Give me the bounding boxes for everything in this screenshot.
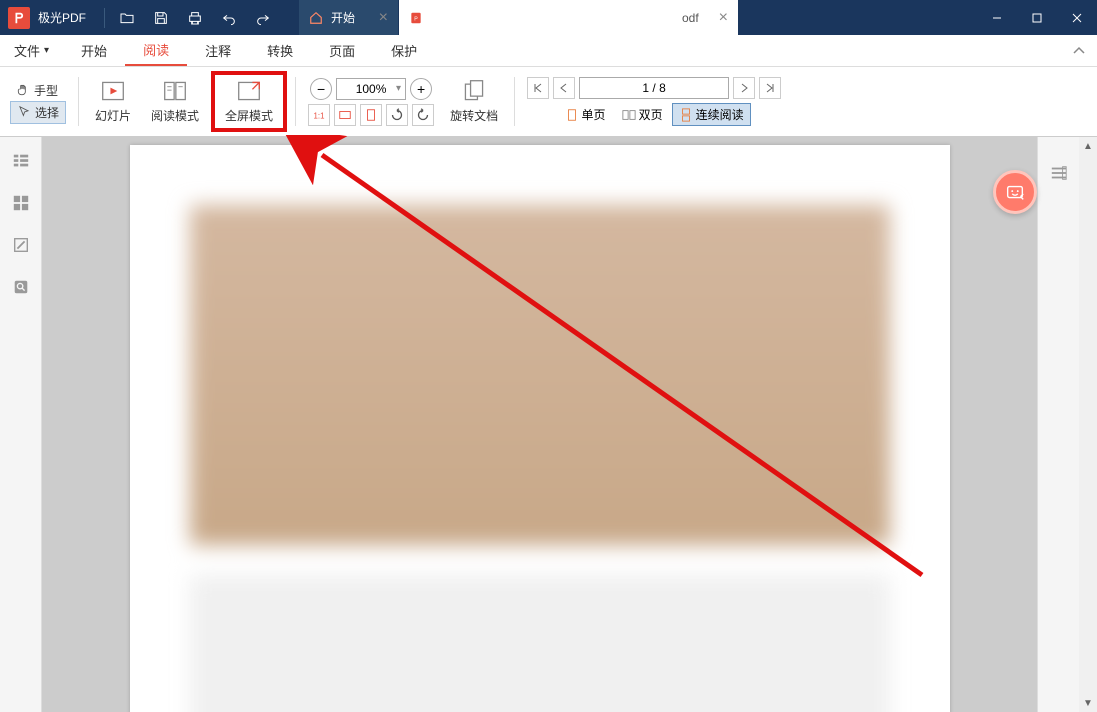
slideshow-tool[interactable]: 幻灯片 [87, 71, 139, 132]
collapse-ribbon-button[interactable] [1071, 43, 1087, 64]
save-button[interactable] [145, 0, 177, 35]
zoom-out-button[interactable]: − [310, 78, 332, 100]
tab-document[interactable]: P odf × [399, 0, 739, 35]
ribbon-group-zoom: − 100% ▾ + 1:1 [304, 71, 438, 132]
rotate-left-button[interactable] [386, 104, 408, 126]
maximize-button[interactable] [1017, 0, 1057, 35]
home-icon [309, 11, 323, 25]
svg-text:P: P [414, 16, 418, 22]
fullscreen-mode-label: 全屏模式 [225, 107, 273, 124]
ribbon-separator [295, 77, 296, 126]
document-content-blurred [130, 145, 950, 712]
first-page-button[interactable] [527, 77, 549, 99]
zoom-in-button[interactable]: + [410, 78, 432, 100]
document-page [130, 145, 950, 712]
menu-file-label: 文件 [14, 41, 40, 60]
menubar: 文件 ▾ 开始 阅读 注释 转换 页面 保护 [0, 35, 1097, 67]
continuous-button[interactable]: 连续阅读 [672, 103, 751, 126]
prev-page-button[interactable] [553, 77, 575, 99]
thumbnails-button[interactable] [5, 145, 37, 177]
page-number-display[interactable]: 1 / 8 [579, 77, 729, 99]
hand-tool[interactable]: 手型 [10, 80, 64, 101]
ribbon-separator [514, 77, 515, 126]
fullscreen-highlight: 全屏模式 [211, 71, 287, 132]
divider [104, 8, 105, 28]
ribbon-group-pagenav: 1 / 8 单页 双页 连续阅读 [523, 71, 785, 132]
two-page-button[interactable]: 双页 [615, 103, 670, 126]
window-controls [977, 0, 1097, 35]
fullscreen-mode-tool[interactable]: 全屏模式 [217, 77, 281, 126]
ribbon-separator [78, 77, 79, 126]
right-sidebar [1037, 137, 1079, 712]
slideshow-label: 幻灯片 [95, 107, 131, 124]
reading-mode-label: 阅读模式 [151, 107, 199, 124]
single-page-label: 单页 [582, 106, 606, 123]
ribbon-group-cursor: 手型 选择 [6, 71, 70, 132]
two-page-label: 双页 [639, 106, 663, 123]
open-file-button[interactable] [111, 0, 143, 35]
print-button[interactable] [179, 0, 211, 35]
next-page-button[interactable] [733, 77, 755, 99]
menu-annotate[interactable]: 注释 [187, 35, 249, 66]
annotations-button[interactable] [5, 229, 37, 261]
menu-protect[interactable]: 保护 [373, 35, 435, 66]
rotate-right-button[interactable] [412, 104, 434, 126]
right-panel-button[interactable] [1043, 157, 1075, 189]
last-page-button[interactable] [759, 77, 781, 99]
tab-home-close[interactable]: × [379, 9, 388, 27]
search-button[interactable] [5, 271, 37, 303]
left-sidebar [0, 137, 42, 712]
select-tool[interactable]: 选择 [10, 101, 66, 124]
tab-doc-close[interactable]: × [719, 9, 728, 27]
menu-file[interactable]: 文件 ▾ [0, 35, 63, 66]
menu-start[interactable]: 开始 [63, 35, 125, 66]
menu-convert[interactable]: 转换 [249, 35, 311, 66]
fit-actual-button[interactable]: 1:1 [308, 104, 330, 126]
tab-home-label: 开始 [331, 9, 355, 26]
rotate-doc-tool[interactable]: 旋转文档 [442, 71, 506, 132]
titlebar: 极光PDF 开始 × P odf × [0, 0, 1097, 35]
zoom-value: 100% [356, 82, 387, 96]
vertical-scrollbar[interactable]: ▲ ▼ [1079, 137, 1097, 712]
menu-page[interactable]: 页面 [311, 35, 373, 66]
select-tool-label: 选择 [35, 104, 59, 121]
fit-page-button[interactable] [360, 104, 382, 126]
menu-read[interactable]: 阅读 [125, 35, 187, 66]
scroll-track[interactable] [1079, 155, 1097, 694]
continuous-label: 连续阅读 [696, 106, 744, 123]
close-button[interactable] [1057, 0, 1097, 35]
main-area: ▲ ▼ [0, 137, 1097, 712]
pdf-icon: P [409, 11, 423, 25]
bookmarks-button[interactable] [5, 187, 37, 219]
single-page-button[interactable]: 单页 [558, 103, 613, 126]
tab-group: 开始 × P odf × [299, 0, 739, 35]
fit-width-button[interactable] [334, 104, 356, 126]
titlebar-left: 极光PDF [0, 0, 279, 35]
app-name: 极光PDF [38, 9, 86, 26]
scroll-up-button[interactable]: ▲ [1079, 137, 1097, 155]
tab-doc-suffix: odf [682, 11, 699, 25]
tab-home[interactable]: 开始 × [299, 0, 399, 35]
feedback-fab[interactable] [993, 170, 1037, 214]
svg-text:1:1: 1:1 [314, 111, 325, 120]
zoom-level-display[interactable]: 100% ▾ [336, 78, 406, 100]
chevron-down-icon: ▾ [44, 45, 49, 56]
scroll-down-button[interactable]: ▼ [1079, 694, 1097, 712]
minimize-button[interactable] [977, 0, 1017, 35]
app-logo-icon [8, 7, 30, 29]
redo-button[interactable] [247, 0, 279, 35]
chevron-down-icon: ▾ [396, 83, 401, 94]
ribbon: 手型 选择 幻灯片 阅读模式 全屏模式 − 100% ▾ + [0, 67, 1097, 137]
rotate-doc-label: 旋转文档 [450, 107, 498, 124]
document-area[interactable] [42, 137, 1037, 712]
reading-mode-tool[interactable]: 阅读模式 [143, 71, 207, 132]
hand-tool-label: 手型 [34, 82, 58, 99]
undo-button[interactable] [213, 0, 245, 35]
